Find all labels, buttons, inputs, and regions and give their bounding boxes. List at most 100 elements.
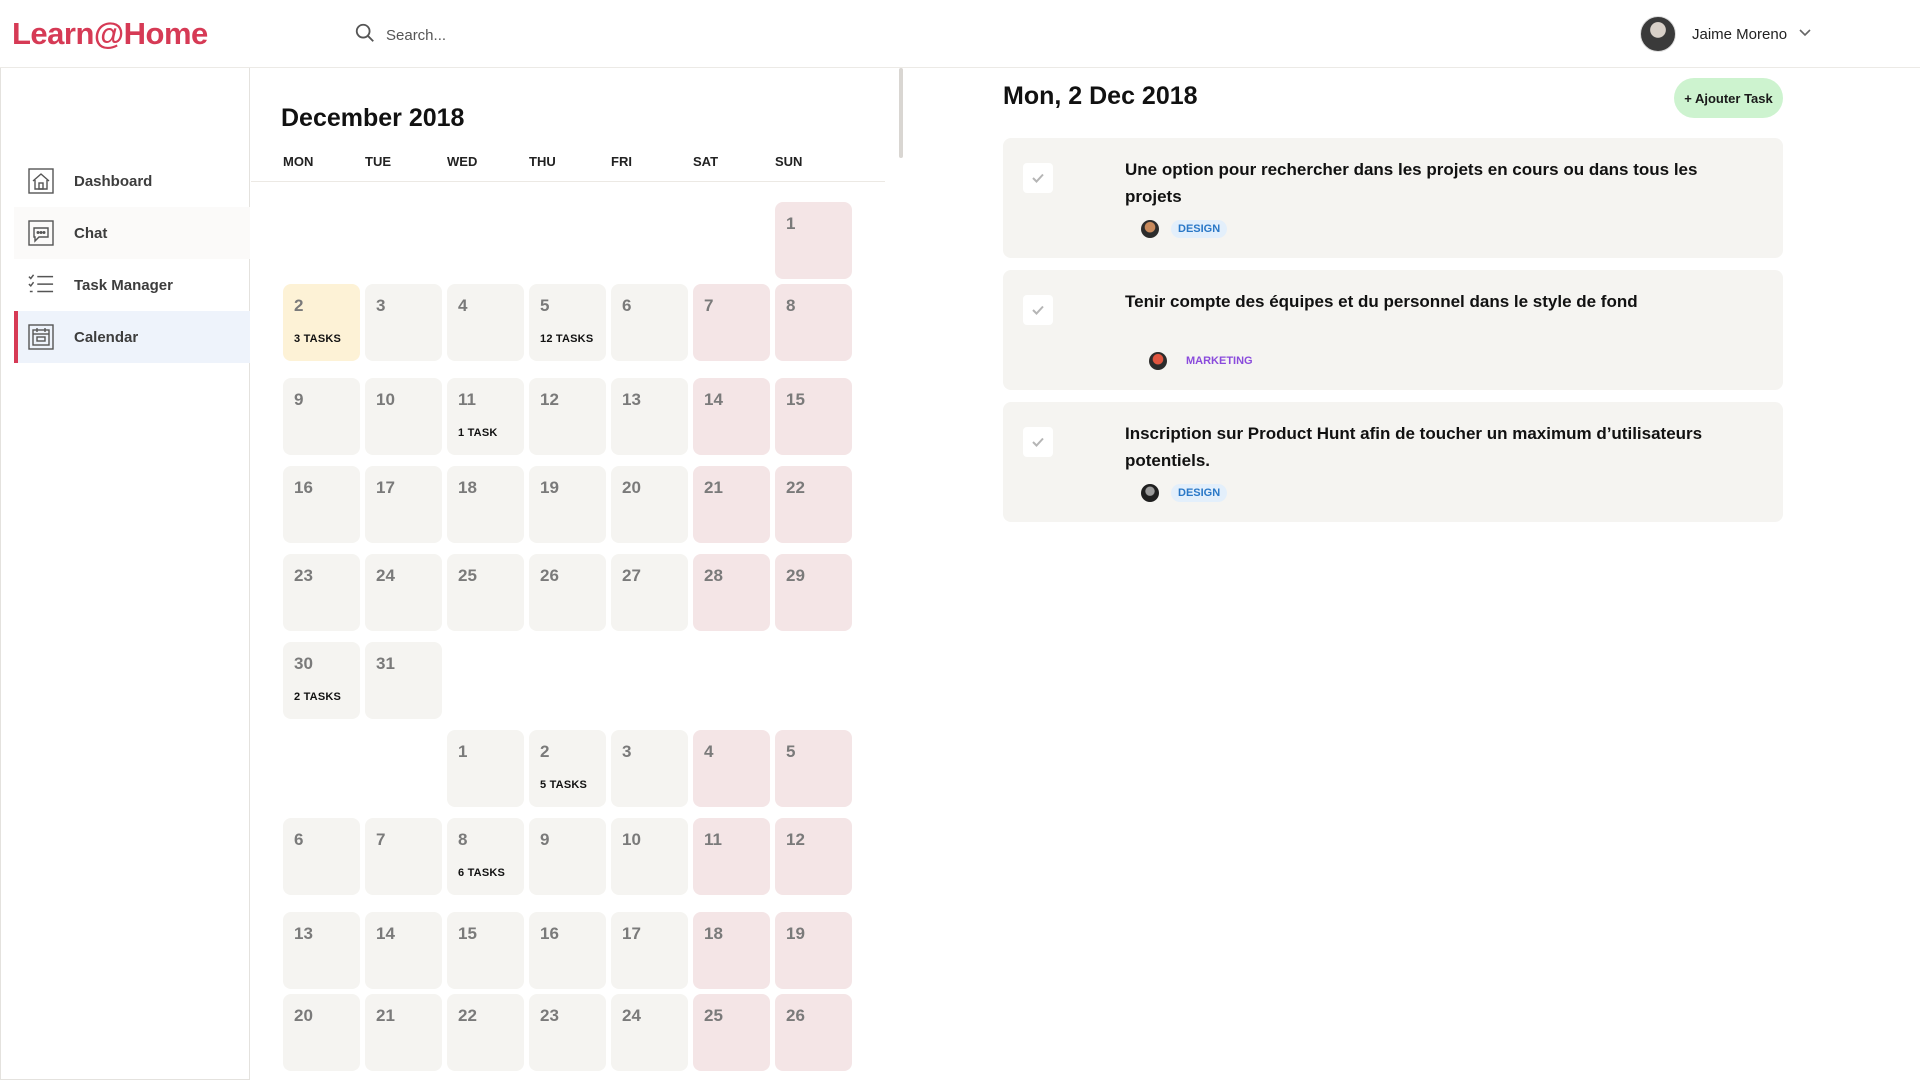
sidebar-item-calendar[interactable]: Calendar [14, 311, 250, 363]
search-box[interactable] [354, 22, 654, 48]
calendar-day[interactable]: 11 1 TASK [447, 378, 524, 455]
chat-icon [28, 220, 54, 246]
calendar-day[interactable]: 13 [611, 378, 688, 455]
calendar-day[interactable]: 24 [611, 994, 688, 1071]
calendar-day[interactable]: 19 [529, 466, 606, 543]
calendar-day[interactable]: 29 [775, 554, 852, 631]
add-task-button[interactable]: + Ajouter Task [1674, 78, 1783, 118]
task-card[interactable]: Tenir compte des équipes et du personnel… [1003, 270, 1783, 390]
day-number: 2 [540, 742, 550, 761]
day-number: 19 [540, 478, 559, 497]
day-number: 18 [704, 924, 723, 943]
day-number: 23 [294, 566, 313, 585]
search-input[interactable] [386, 26, 626, 44]
task-card[interactable]: Inscription sur Product Hunt afin de tou… [1003, 402, 1783, 522]
calendar-day[interactable]: 8 [775, 284, 852, 361]
calendar-day[interactable]: 25 [693, 994, 770, 1071]
calendar-day[interactable]: 1 [447, 730, 524, 807]
calendar-day[interactable]: 3 [365, 284, 442, 361]
day-number: 23 [540, 1006, 559, 1025]
calendar-day[interactable]: 26 [775, 994, 852, 1071]
sidebar-item-dashboard[interactable]: Dashboard [14, 155, 250, 207]
calendar-day[interactable]: 10 [611, 818, 688, 895]
calendar-day[interactable]: 14 [693, 378, 770, 455]
chevron-down-icon[interactable] [1787, 24, 1813, 45]
calendar-day[interactable]: 9 [283, 378, 360, 455]
sidebar-item-task-manager[interactable]: Task Manager [14, 259, 250, 311]
day-number: 1 [458, 742, 468, 761]
day-number: 10 [376, 390, 395, 409]
sidebar-item-chat[interactable]: Chat [14, 207, 250, 259]
calendar-day[interactable]: 9 [529, 818, 606, 895]
day-number: 9 [294, 390, 304, 409]
calendar-day[interactable]: 21 [365, 994, 442, 1071]
calendar-day[interactable]: 10 [365, 378, 442, 455]
calendar-day[interactable]: 5 [775, 730, 852, 807]
calendar-day[interactable]: 14 [365, 912, 442, 989]
task-text: Une option pour rechercher dans les proj… [1125, 160, 1698, 206]
calendar-day[interactable]: 16 [283, 466, 360, 543]
calendar-day[interactable]: 13 [283, 912, 360, 989]
day-task-count: 1 TASK [458, 427, 498, 439]
calendar-day[interactable]: 22 [775, 466, 852, 543]
calendar-day[interactable]: 27 [611, 554, 688, 631]
calendar-day[interactable]: 15 [447, 912, 524, 989]
user-menu[interactable]: Jaime Moreno [1640, 14, 1813, 54]
calendar-day[interactable]: 15 [775, 378, 852, 455]
task-card[interactable]: Une option pour rechercher dans les proj… [1003, 138, 1783, 258]
calendar-title: December 2018 [281, 104, 465, 132]
weekday-label: WED [447, 154, 478, 169]
calendar-day[interactable]: 12 [529, 378, 606, 455]
calendar-day[interactable]: 12 [775, 818, 852, 895]
task-checkbox[interactable] [1023, 427, 1053, 457]
calendar-day[interactable]: 20 [611, 466, 688, 543]
calendar-day[interactable]: 1 [775, 202, 852, 279]
calendar-day[interactable]: 24 [365, 554, 442, 631]
calendar-day[interactable]: 4 [693, 730, 770, 807]
calendar-day[interactable]: 17 [365, 466, 442, 543]
calendar-day[interactable]: 11 [693, 818, 770, 895]
user-name[interactable]: Jaime Moreno [1692, 26, 1787, 43]
avatar[interactable] [1640, 16, 1676, 52]
calendar-day[interactable]: 8 6 TASKS [447, 818, 524, 895]
calendar-day[interactable]: 16 [529, 912, 606, 989]
task-tag[interactable]: DESIGN [1171, 220, 1228, 238]
calendar-day[interactable]: 20 [283, 994, 360, 1071]
scrollbar[interactable] [899, 68, 903, 158]
day-task-count: 5 TASKS [540, 779, 588, 791]
calendar-day[interactable]: 17 [611, 912, 688, 989]
calendar-day[interactable]: 5 12 TASKS [529, 284, 606, 361]
calendar-day[interactable]: 7 [693, 284, 770, 361]
day-number: 12 [786, 830, 805, 849]
task-tag[interactable]: MARKETING [1179, 352, 1260, 370]
day-number: 8 [786, 296, 796, 315]
calendar-day[interactable]: 30 2 TASKS [283, 642, 360, 719]
calendar-day[interactable]: 18 [693, 912, 770, 989]
calendar-day[interactable]: 18 [447, 466, 524, 543]
calendar-day[interactable]: 23 [529, 994, 606, 1071]
task-tag[interactable]: DESIGN [1171, 484, 1228, 502]
calendar-day[interactable]: 3 [611, 730, 688, 807]
calendar-day[interactable]: 31 [365, 642, 442, 719]
calendar-day[interactable]: 2 5 TASKS [529, 730, 606, 807]
calendar-day[interactable]: 28 [693, 554, 770, 631]
calendar-day[interactable]: 6 [283, 818, 360, 895]
calendar-day[interactable]: 23 [283, 554, 360, 631]
calendar-day[interactable]: 22 [447, 994, 524, 1071]
task-checkbox[interactable] [1023, 163, 1053, 193]
calendar-day[interactable]: 6 [611, 284, 688, 361]
task-checkbox[interactable] [1023, 295, 1053, 325]
day-number: 24 [622, 1006, 641, 1025]
calendar-day[interactable]: 4 [447, 284, 524, 361]
calendar-day[interactable]: 25 [447, 554, 524, 631]
calendar-day[interactable]: 26 [529, 554, 606, 631]
day-number: 24 [376, 566, 395, 585]
app-logo[interactable]: Learn@Home [12, 16, 208, 52]
calendar-day[interactable]: 7 [365, 818, 442, 895]
task-text: Tenir compte des équipes et du personnel… [1125, 292, 1638, 311]
calendar-day[interactable]: 19 [775, 912, 852, 989]
calendar-day[interactable]: 21 [693, 466, 770, 543]
sidebar: Dashboard Chat Task Manager Calendar [0, 68, 250, 1080]
calendar-day[interactable]: 2 3 TASKS [283, 284, 360, 361]
day-number: 14 [376, 924, 395, 943]
